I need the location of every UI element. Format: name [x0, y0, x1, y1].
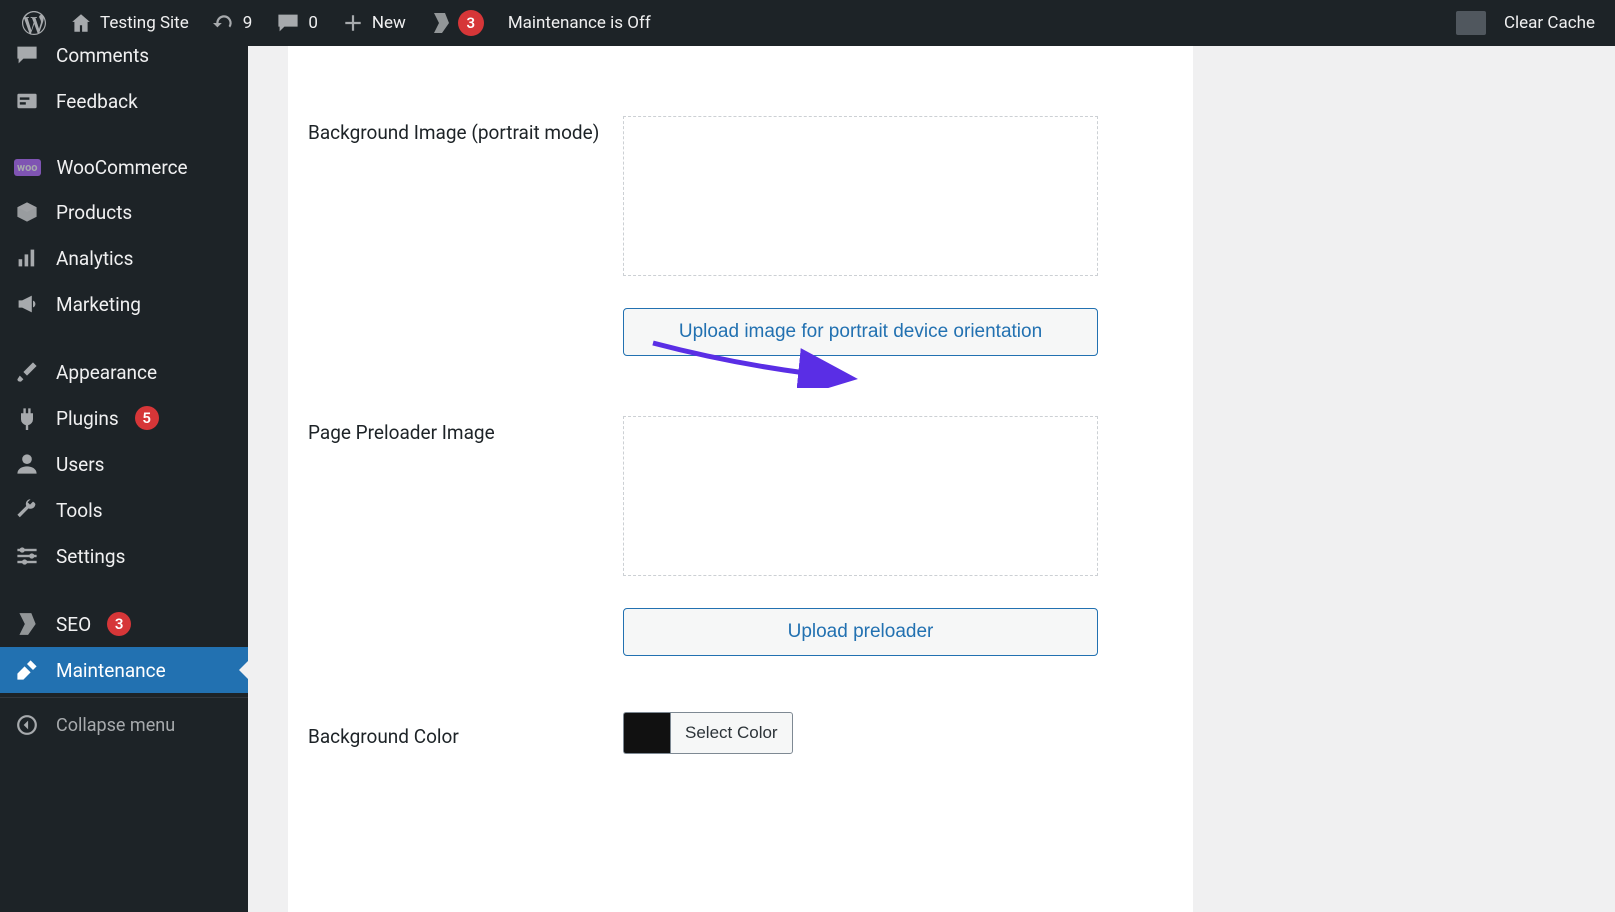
bg-color-label: Background Color — [308, 716, 623, 751]
plug-icon — [14, 405, 40, 431]
site-name-link[interactable]: Testing Site — [58, 0, 201, 46]
sidebar-label: SEO — [56, 613, 91, 636]
yoast-link[interactable]: 3 — [418, 0, 496, 46]
bg-portrait-label: Background Image (portrait mode) — [308, 116, 623, 356]
woo-icon: woo — [14, 159, 41, 176]
preloader-preview — [623, 416, 1098, 576]
sidebar-item-seo[interactable]: SEO 3 — [0, 601, 248, 647]
sidebar-item-appearance[interactable]: Appearance — [0, 349, 248, 395]
sidebar-item-settings[interactable]: Settings — [0, 533, 248, 579]
settings-panel: Background Image (portrait mode) Upload … — [288, 46, 1193, 912]
sidebar-item-analytics[interactable]: Analytics — [0, 235, 248, 281]
sidebar-item-tools[interactable]: Tools — [0, 487, 248, 533]
upload-portrait-button[interactable]: Upload image for portrait device orienta… — [623, 308, 1098, 356]
sidebar-label: Feedback — [56, 90, 138, 113]
collapse-menu[interactable]: Collapse menu — [0, 697, 248, 748]
sidebar-label: Users — [56, 453, 104, 476]
refresh-icon — [213, 12, 235, 34]
tools-icon — [14, 657, 40, 683]
sidebar-label: Appearance — [56, 361, 157, 384]
admin-sidebar: Comments Feedback woo WooCommerce Produc… — [0, 46, 248, 912]
color-swatch[interactable] — [623, 712, 670, 754]
bg-portrait-preview — [623, 116, 1098, 276]
sidebar-label: Marketing — [56, 293, 141, 316]
collapse-icon — [14, 712, 40, 738]
wordpress-icon — [22, 11, 46, 35]
sidebar-label: Maintenance — [56, 659, 166, 682]
sidebar-item-comments[interactable]: Comments — [0, 46, 248, 78]
yoast-icon — [14, 611, 40, 637]
sidebar-item-marketing[interactable]: Marketing — [0, 281, 248, 327]
sidebar-label: Tools — [56, 499, 103, 522]
site-name-label: Testing Site — [100, 13, 189, 33]
sidebar-item-plugins[interactable]: Plugins 5 — [0, 395, 248, 441]
maintenance-status-label: Maintenance is Off — [508, 13, 651, 33]
sidebar-item-products[interactable]: Products — [0, 189, 248, 235]
sidebar-label: Analytics — [56, 247, 133, 270]
select-color-button[interactable]: Select Color — [670, 712, 793, 754]
maintenance-status-link[interactable]: Maintenance is Off — [496, 0, 663, 46]
new-label: New — [372, 13, 406, 33]
sidebar-label: Plugins — [56, 407, 119, 430]
wordpress-logo[interactable] — [10, 0, 58, 46]
sidebar-item-feedback[interactable]: Feedback — [0, 78, 248, 124]
chart-icon — [14, 245, 40, 271]
upload-preloader-button[interactable]: Upload preloader — [623, 608, 1098, 656]
comments-link[interactable]: 0 — [264, 0, 330, 46]
clear-cache-label: Clear Cache — [1504, 13, 1595, 33]
yoast-badge: 3 — [458, 10, 484, 36]
plugins-badge: 5 — [135, 406, 159, 430]
updates-link[interactable]: 9 — [201, 0, 265, 46]
sidebar-label: Comments — [56, 46, 149, 67]
collapse-label: Collapse menu — [56, 715, 175, 736]
clear-cache-link[interactable]: Clear Cache — [1504, 0, 1595, 46]
sidebar-label: WooCommerce — [57, 156, 188, 179]
yoast-icon — [430, 11, 452, 35]
megaphone-icon — [14, 291, 40, 317]
comments-count: 0 — [308, 13, 318, 33]
sidebar-item-woocommerce[interactable]: woo WooCommerce — [0, 146, 248, 189]
brush-icon — [14, 359, 40, 385]
comment-icon — [14, 46, 40, 68]
feedback-icon — [14, 88, 40, 114]
sidebar-item-maintenance[interactable]: Maintenance — [0, 647, 248, 693]
content-area: Background Image (portrait mode) Upload … — [248, 46, 1615, 912]
plus-icon — [342, 12, 364, 34]
sidebar-item-users[interactable]: Users — [0, 441, 248, 487]
home-icon — [70, 12, 92, 34]
preloader-label: Page Preloader Image — [308, 416, 623, 656]
user-icon — [14, 451, 40, 477]
sidebar-label: Products — [56, 201, 132, 224]
updates-count: 9 — [243, 13, 253, 33]
sliders-icon — [14, 543, 40, 569]
notification-box-icon[interactable] — [1456, 11, 1486, 35]
seo-badge: 3 — [107, 612, 131, 636]
sidebar-label: Settings — [56, 545, 125, 568]
admin-bar: Testing Site 9 0 New 3 Maintenance is Of… — [0, 0, 1615, 46]
box-icon — [14, 199, 40, 225]
new-content-link[interactable]: New — [330, 0, 418, 46]
comment-icon — [276, 11, 300, 35]
wrench-icon — [14, 497, 40, 523]
